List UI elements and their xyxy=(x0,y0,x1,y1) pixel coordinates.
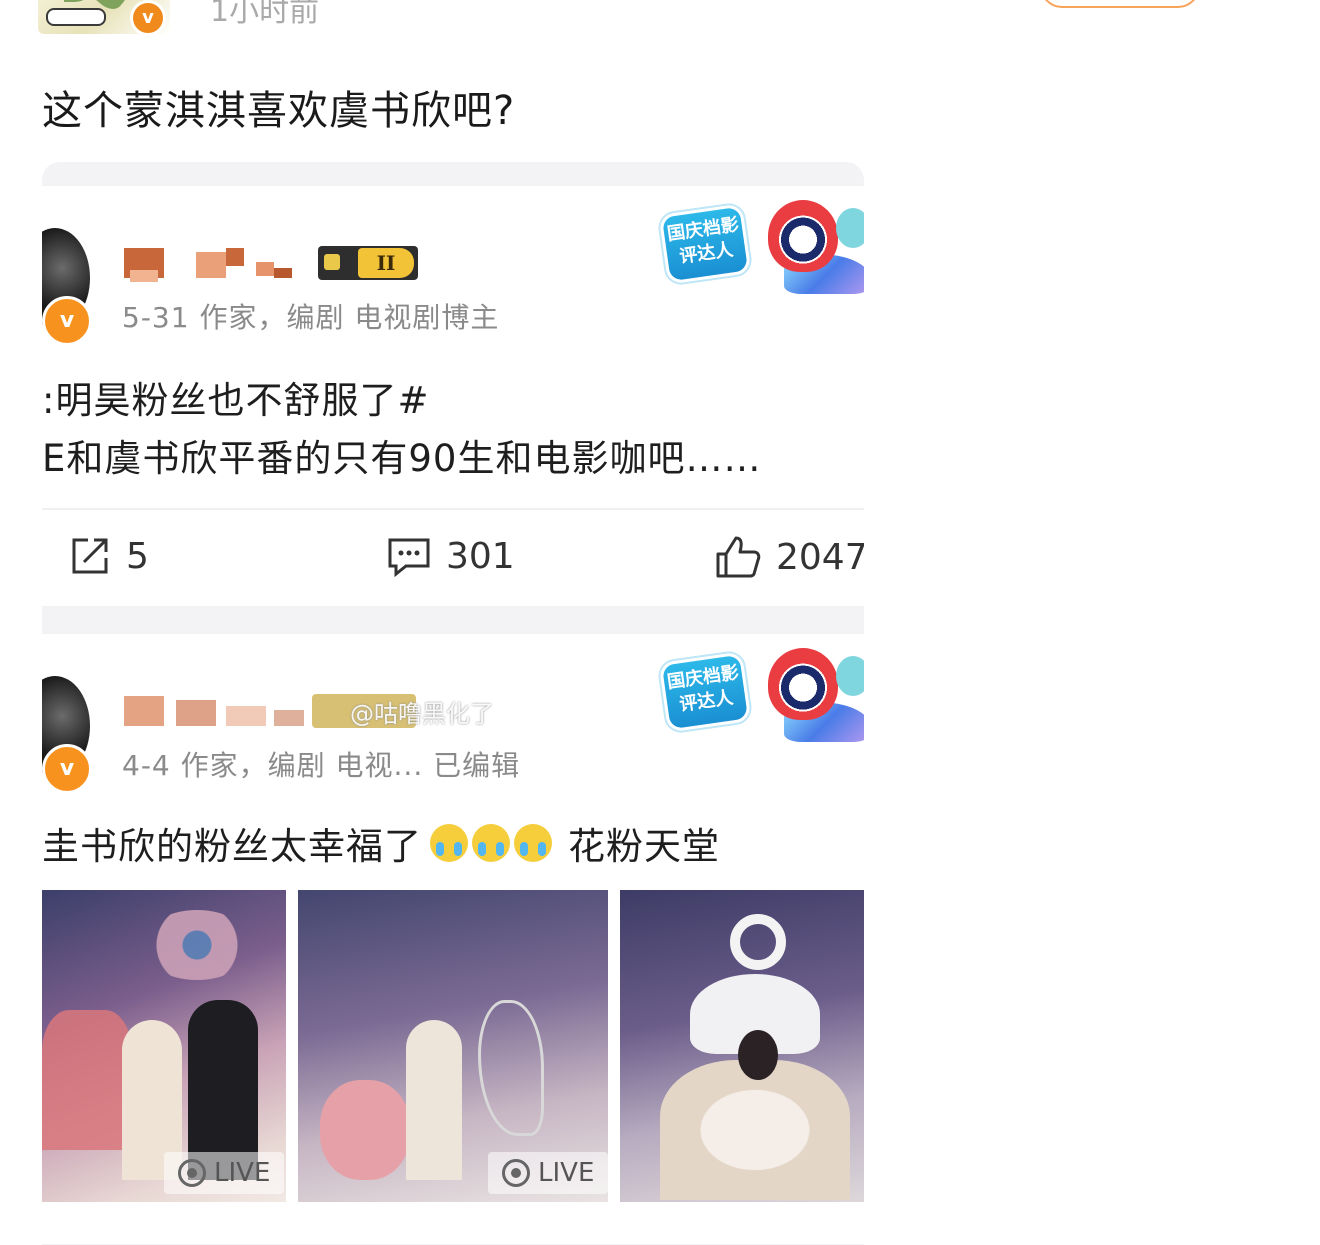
embedded-post-2: v @咕噜黑化了 4-4 作家，编剧 电视... 已编辑 国庆档影评达人 圭书欣… xyxy=(42,634,864,1244)
badge-label: 国庆档影评达人 xyxy=(661,206,749,282)
hashtag-topic[interactable]: 花粉天堂 xyxy=(568,816,720,870)
avatar-leaf-decoration xyxy=(64,0,90,2)
comment-icon xyxy=(388,538,430,578)
live-label: LIVE xyxy=(214,1158,271,1188)
mascot-secondary-icon xyxy=(836,208,864,248)
crying-emoji-icon xyxy=(430,824,468,862)
live-photo-badge: LIVE xyxy=(164,1152,285,1194)
post-text-line: 圭书欣的粉丝太幸福了 花粉天堂 xyxy=(42,816,720,870)
crying-emoji-icon xyxy=(514,824,552,862)
live-label: LIVE xyxy=(538,1158,595,1188)
photo-thumbnail[interactable]: LIVE xyxy=(42,890,286,1202)
mascot-icon xyxy=(768,648,838,720)
repost-count: 5 xyxy=(126,535,149,577)
mascot-icon xyxy=(768,200,838,272)
photo-content xyxy=(660,1060,850,1200)
live-icon xyxy=(178,1159,206,1187)
photo-content xyxy=(406,1020,462,1180)
pixel-block xyxy=(176,700,216,726)
emoji-group xyxy=(430,824,552,862)
photo-content xyxy=(478,1000,544,1136)
level-number: II xyxy=(358,248,414,278)
star-icon xyxy=(324,254,340,270)
post-text-line: E和虞书欣平番的只有90生和电影咖吧…… xyxy=(42,437,762,480)
mascot-secondary-icon xyxy=(836,656,864,696)
crying-emoji-icon xyxy=(472,824,510,862)
repost-button[interactable]: 5 xyxy=(68,534,149,578)
watermark-text: @咕噜黑化了 xyxy=(350,700,494,728)
avatar-tag-decoration xyxy=(46,8,106,26)
embedded-post-1: v II 5-31 作家，编剧 电视剧博主 国庆档影评达人 :明昊粉丝也不舒服了… xyxy=(42,186,864,606)
post-meta: 4-4 作家，编剧 电视... 已编辑 xyxy=(122,749,521,782)
comment-button[interactable]: 301 xyxy=(386,534,515,578)
pixel-block xyxy=(274,268,292,278)
like-count: 2047 xyxy=(776,536,864,578)
comment-count: 301 xyxy=(446,535,515,577)
pixel-block xyxy=(226,248,244,266)
share-icon xyxy=(72,538,108,574)
photo-thumbnail[interactable]: LIVE xyxy=(298,890,608,1202)
pixel-block xyxy=(274,710,304,726)
badge-label: 国庆档影评达人 xyxy=(661,654,749,730)
pixel-block xyxy=(196,252,226,278)
photo-content xyxy=(42,1010,132,1150)
verified-badge-icon: v xyxy=(42,296,92,346)
verified-badge-icon: v xyxy=(130,0,166,36)
live-photo-badge: LIVE xyxy=(488,1152,608,1194)
pixel-block xyxy=(130,270,158,282)
post-meta: 5-31 作家，编剧 电视剧博主 xyxy=(122,301,500,334)
like-button[interactable]: 2047 xyxy=(714,534,864,580)
post-text-line: :明昊粉丝也不舒服了# xyxy=(42,379,430,422)
embedded-screenshot[interactable]: v II 5-31 作家，编剧 电视剧博主 国庆档影评达人 :明昊粉丝也不舒服了… xyxy=(42,162,864,1245)
verified-badge-icon: v xyxy=(42,744,92,794)
live-icon xyxy=(502,1159,530,1187)
post-text: 这个蒙淇淇喜欢虞书欣吧? xyxy=(42,88,516,134)
film-critic-badge: 国庆档影评达人 xyxy=(661,642,864,752)
photo-thumbnail[interactable] xyxy=(620,890,864,1202)
film-critic-badge: 国庆档影评达人 xyxy=(661,194,864,304)
photo-content xyxy=(730,914,786,970)
photo-content xyxy=(738,1030,778,1080)
photo-content xyxy=(142,910,252,980)
action-bar: 5 301 2047 xyxy=(42,508,864,606)
photo-content xyxy=(320,1080,410,1180)
pixel-block xyxy=(124,696,164,726)
post-text-part: 圭书欣的粉丝太幸福了 xyxy=(42,825,422,868)
thumbs-up-icon xyxy=(716,536,761,578)
pixel-block xyxy=(226,706,266,726)
post-timestamp: 1小时前 xyxy=(210,0,320,29)
pixel-block xyxy=(256,262,274,276)
follow-button[interactable] xyxy=(1040,0,1200,8)
level-badge: II xyxy=(318,246,418,280)
